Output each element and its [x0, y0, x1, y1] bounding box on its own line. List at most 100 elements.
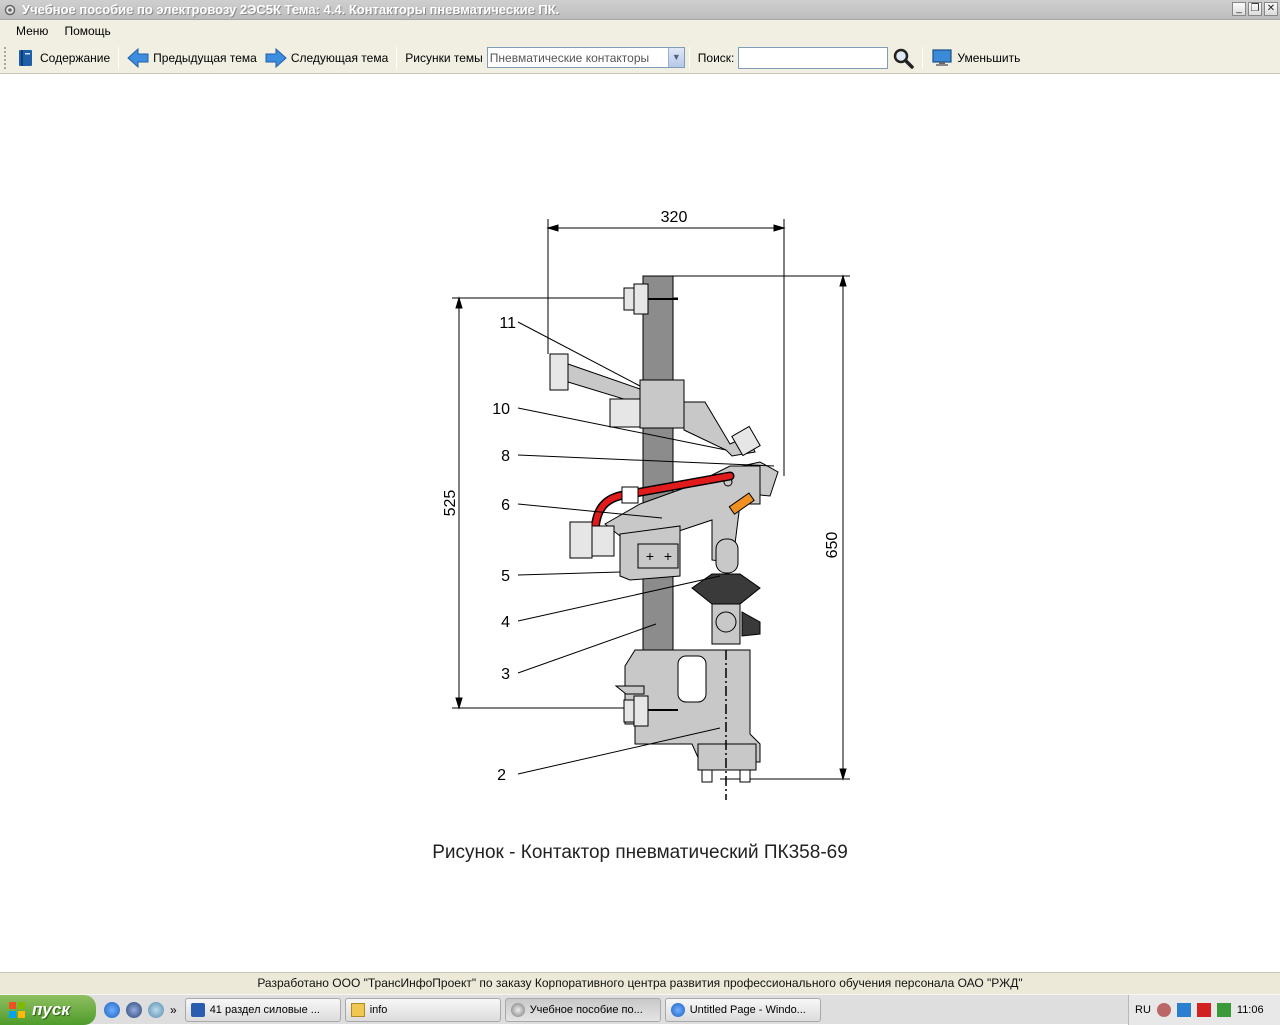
start-button[interactable]: пуск — [0, 994, 96, 1025]
cross-mark: + — [664, 548, 672, 564]
callout-label: 2 — [497, 767, 506, 784]
maximize-button[interactable]: ❐ — [1248, 2, 1262, 16]
start-label: пуск — [32, 999, 70, 1019]
toolbar-separator — [396, 46, 398, 69]
arrow-right-icon — [265, 47, 287, 68]
terminal-nut — [591, 525, 615, 557]
chevron-down-icon[interactable]: ▼ — [667, 48, 684, 67]
cross-mark: + — [646, 548, 654, 564]
contents-label: Содержание — [40, 50, 111, 65]
toolbar-separator — [688, 46, 690, 69]
shrink-button[interactable]: Уменьшить — [927, 46, 1024, 70]
figure-caption: Рисунок - Контактор пневматический ПК358… — [432, 842, 848, 863]
language-indicator[interactable]: RU — [1135, 1004, 1151, 1016]
safely-remove-icon[interactable] — [1216, 1003, 1231, 1017]
quick-launch: » — [96, 1001, 185, 1018]
valve-block — [697, 743, 757, 771]
toolbar-separator — [118, 46, 120, 69]
messenger-icon[interactable] — [148, 1001, 164, 1018]
dimension-650-label: 650 — [824, 532, 841, 559]
footer-credits: Разработано ООО "ТрансИнфоПроект" по зак… — [0, 972, 1280, 994]
minimize-button[interactable]: _ — [1232, 2, 1246, 16]
menu-main[interactable]: Меню — [8, 24, 56, 38]
rod-pin — [715, 611, 737, 633]
callout-label: 6 — [501, 497, 510, 514]
search-button[interactable] — [888, 46, 918, 70]
search-input[interactable] — [738, 46, 889, 69]
search-label: Поиск: — [697, 50, 735, 65]
cylinder-window — [677, 655, 707, 703]
taskbar-item[interactable]: Untitled Page - Windo... — [664, 997, 821, 1022]
toolbar: Содержание Предыдущая тема Следующая тем… — [0, 42, 1280, 74]
shunt-clamp — [621, 486, 639, 504]
fixed-contact-holder — [639, 379, 685, 429]
window-controls: _ ❐ ✕ — [1232, 2, 1278, 16]
callout-label: 5 — [501, 568, 510, 585]
arrowhead — [839, 768, 847, 781]
arrow-left-icon — [127, 47, 149, 68]
taskbar-item-active[interactable]: Учебное пособие по... — [504, 997, 661, 1022]
monitor-icon — [932, 48, 952, 66]
antivirus-icon[interactable] — [1196, 1003, 1211, 1017]
terminal-bolts — [569, 521, 593, 559]
arrowhead — [839, 274, 847, 287]
gear-icon — [510, 1002, 525, 1017]
next-topic-button[interactable]: Следующая тема — [261, 46, 392, 70]
previous-topic-button[interactable]: Предыдущая тема — [123, 46, 261, 70]
taskbar-item-label: Untitled Page - Windo... — [689, 1003, 806, 1016]
folder-icon — [350, 1002, 365, 1017]
main-content: 320 525 650 + + 11 10 8 6 5 4 3 2 Рисуно… — [0, 74, 1280, 972]
valve-nut — [701, 769, 713, 783]
upper-bracket-bolts — [549, 353, 569, 391]
lever-link — [715, 538, 739, 574]
taskbar-item[interactable]: info — [344, 997, 501, 1022]
valve-nut — [739, 769, 751, 783]
contactor-drawing: 320 525 650 + + 11 10 8 6 5 4 3 2 — [442, 209, 850, 800]
arrowhead — [455, 697, 463, 710]
previous-topic-label: Предыдущая тема — [153, 50, 257, 65]
book-icon — [19, 49, 32, 66]
taskbar-item[interactable]: 41 раздел силовые ... — [184, 997, 341, 1022]
menu-help[interactable]: Помощь — [56, 24, 118, 38]
taskbar-item-label: 41 раздел силовые ... — [209, 1003, 320, 1016]
quick-launch-more[interactable]: » — [170, 1003, 177, 1017]
taskbar-item-label: Учебное пособие по... — [529, 1003, 643, 1016]
callout-label: 4 — [501, 614, 510, 631]
system-tray: RU 11:06 — [1128, 995, 1280, 1025]
next-topic-label: Следующая тема — [290, 50, 389, 65]
gear-icon — [4, 4, 16, 16]
callout-label: 11 — [499, 315, 516, 332]
taskbar-item-label: info — [369, 1003, 388, 1016]
media-player-icon[interactable] — [126, 1001, 142, 1018]
toolbar-separator — [922, 46, 924, 69]
upper-bracket — [567, 363, 641, 405]
word-icon — [190, 1002, 205, 1017]
arrowhead — [773, 224, 786, 232]
arrowhead — [546, 224, 559, 232]
menu-bar: Меню Помощь — [0, 20, 1280, 42]
contents-button[interactable]: Содержание — [12, 46, 114, 70]
callout-label: 3 — [501, 666, 510, 683]
search-icon — [894, 48, 915, 69]
ie-icon — [670, 1002, 685, 1017]
close-button[interactable]: ✕ — [1264, 2, 1278, 16]
callout-label: 10 — [492, 401, 510, 418]
dimension-525-label: 525 — [442, 490, 459, 517]
rod-guard — [741, 611, 761, 637]
ie-icon[interactable] — [104, 1001, 120, 1018]
callout-label: 8 — [501, 448, 510, 465]
toolbar-grip[interactable] — [4, 46, 8, 69]
figures-label: Рисунки темы — [405, 50, 483, 65]
dimension-width-label: 320 — [661, 209, 688, 226]
title-bar: Учебное пособие по электровозу 2ЭС5К Тем… — [0, 0, 1280, 20]
arrowhead — [455, 296, 463, 309]
clock: 11:06 — [1236, 1004, 1264, 1016]
chevron-left-icon[interactable] — [1156, 1003, 1171, 1017]
figures-select[interactable]: Пневматические контакторы ▼ — [486, 47, 685, 68]
taskbar: пуск » 41 раздел силовые ... info Учебно… — [0, 994, 1280, 1025]
holder-bolts — [609, 398, 641, 428]
figures-select-value: Пневматические контакторы — [489, 50, 650, 65]
shrink-label: Уменьшить — [957, 50, 1021, 65]
network-icon[interactable] — [1176, 1003, 1191, 1017]
rubber-boot — [691, 573, 761, 605]
